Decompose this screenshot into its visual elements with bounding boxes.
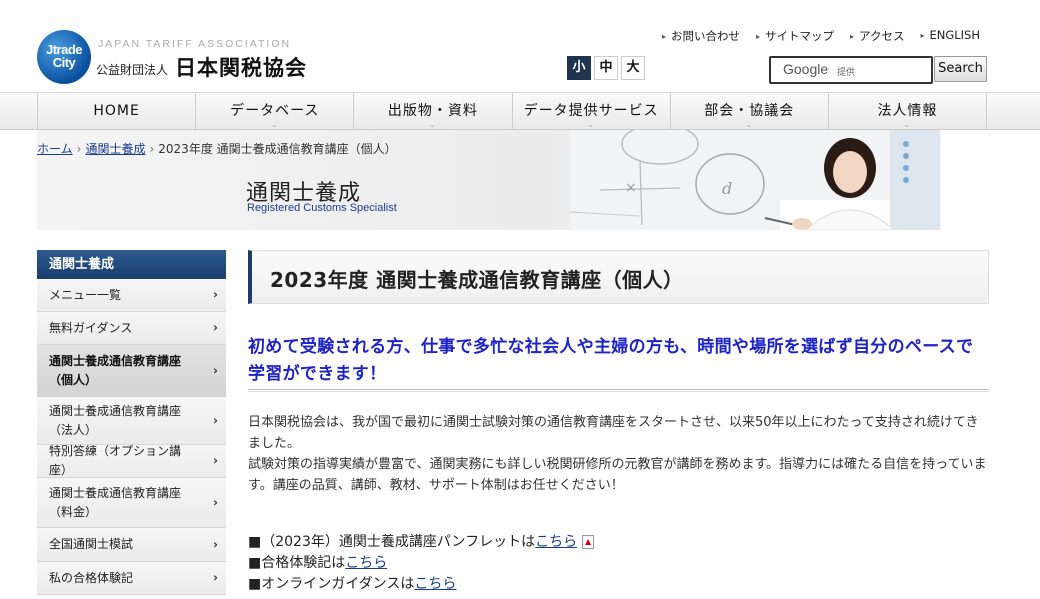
hero-subtitle: Registered Customs Specialist (247, 202, 397, 214)
nav-corporate-info-label: 法人情報 (877, 103, 938, 119)
utility-links: お問い合わせ サイトマップ アクセス ENGLISH (662, 28, 980, 44)
chevron-down-icon: ⌄ (904, 121, 911, 129)
online-guidance-link[interactable]: こちら (414, 576, 456, 592)
sidebar-item-free-guidance[interactable]: 無料ガイダンス › (37, 312, 226, 345)
sidebar-item-label: 私の合格体験記 (49, 570, 134, 585)
sidebar-item-label: 全国通関士模試 (49, 537, 134, 551)
list-item: ■合格体験記はこちら (248, 553, 594, 574)
breadcrumb: ホーム › 通関士養成 › 2023年度 通関士養成通信教育講座（個人） (37, 140, 397, 157)
sidebar-item-menu-list[interactable]: メニュー一覧 › (37, 279, 226, 312)
chevron-right-icon: › (213, 570, 218, 585)
pamphlet-link[interactable]: こちら (535, 534, 577, 550)
chevron-right-icon: › (213, 287, 218, 302)
list-item: ■オンラインガイダンスはこちら (248, 574, 594, 595)
contact-link[interactable]: お問い合わせ (662, 28, 740, 44)
success-stories-link[interactable]: こちら (345, 555, 387, 571)
search-button[interactable]: Search (934, 56, 987, 82)
sidebar-item-mock-exam[interactable]: 全国通関士模試 › (37, 528, 226, 562)
sidebar-item-label: 通関士養成通信教育講座（法人） (49, 403, 182, 437)
sidebar-item-label: メニュー一覧 (49, 287, 122, 302)
nav-data-services-label: データ提供サービス (523, 103, 659, 119)
list-item: ■（2023年）通関士養成講座パンフレットはこちら (248, 532, 595, 553)
sidebar-item-success-stories[interactable]: 私の合格体験記 › (37, 562, 226, 595)
intro-body: 日本関税協会は、我が国で最初に通関士試験対策の通信教育講座をスタートさせ、以来5… (248, 412, 988, 496)
sidebar-item-label: 無料ガイダンス (49, 320, 133, 335)
nav-data-services[interactable]: データ提供サービス ⌄ (511, 93, 670, 130)
search-input[interactable]: Google 提供 (769, 56, 933, 84)
sidebar-item-course-corporate[interactable]: 通関士養成通信教育講座（法人） › (37, 397, 226, 445)
page-title: 2023年度 通関士養成通信教育講座（個人） (270, 268, 684, 292)
sidebar-item-special-drill[interactable]: 特別答練（オプション講座） › (37, 444, 226, 478)
font-medium-button[interactable]: 中 (594, 56, 618, 80)
chevron-down-icon: ⌄ (271, 121, 279, 129)
main-nav: HOME データベース ⌄ 出版物・資料 ⌄ データ提供サービス ⌄ 部会・協議会 ⌄ … (0, 92, 1040, 130)
chevron-right-icon: › (213, 495, 218, 509)
logo-title[interactable]: 日本関税協会 (175, 52, 307, 82)
svg-text:×: × (625, 180, 637, 196)
chevron-down-icon: ⌄ (745, 121, 753, 129)
google-brand: Google (783, 61, 829, 77)
intro-paragraph-2: 試験対策の指導実績が豊富で、通関実務にも詳しい税関研修所の元教官が講師を務めます… (248, 457, 987, 493)
nav-database[interactable]: データベース ⌄ (195, 93, 353, 130)
breadcrumb-parent-link[interactable]: 通関士養成 (85, 142, 145, 156)
sidebar-item-course-individual[interactable]: 通関士養成通信教育講座（個人） › (37, 345, 226, 397)
font-large-button[interactable]: 大 (621, 56, 645, 80)
access-link[interactable]: アクセス (850, 28, 904, 44)
chevron-right-icon: › (213, 537, 218, 551)
nav-committees[interactable]: 部会・協議会 ⌄ (669, 93, 828, 130)
resource-links: ■（2023年）通関士養成講座パンフレットはこちら ■合格体験記はこちら ■オン… (248, 532, 595, 595)
font-size-switcher: 小 中 大 (567, 56, 645, 80)
intro-paragraph-1: 日本関税協会は、我が国で最初に通関士試験対策の通信教育講座をスタートさせ、以来5… (248, 415, 979, 451)
chevron-right-icon: › (213, 413, 218, 427)
sitemap-link[interactable]: サイトマップ (756, 28, 834, 44)
sidebar: 通関士養成 メニュー一覧 › 無料ガイダンス › 通関士養成通信教育講座（個人） › … (37, 250, 226, 595)
sidebar-item-course-fees[interactable]: 通関士養成通信教育講座（料金） › (37, 478, 226, 528)
page-title-box: 2023年度 通関士養成通信教育講座（個人） (248, 250, 989, 304)
breadcrumb-home-link[interactable]: ホーム (37, 142, 73, 156)
teacher-whiteboard-illustration: × d (570, 130, 940, 230)
sidebar-item-label: 通関士養成通信教育講座（個人） (49, 353, 182, 387)
jtrade-logo[interactable]: Jtrade City (37, 30, 91, 84)
sidebar-item-label: 通関士養成通信教育講座（料金） (49, 485, 182, 519)
nav-committees-label: 部会・協議会 (704, 103, 795, 119)
link-prefix: ■合格体験記は (248, 555, 346, 571)
sidebar-heading: 通関士養成 (37, 250, 226, 279)
svg-text:d: d (722, 179, 732, 198)
breadcrumb-separator: › (149, 142, 155, 156)
breadcrumb-current: 2023年度 通関士養成通信教育講座（個人） (158, 142, 397, 156)
sidebar-item-label: 特別答練（オプション講座） (49, 444, 182, 477)
chevron-right-icon: › (213, 453, 218, 468)
logo-subtitle: 公益財団法人 (96, 63, 169, 77)
logo-english: JAPAN TARIFF ASSOCIATION (98, 38, 292, 50)
nav-home[interactable]: HOME (37, 93, 195, 130)
nav-home-label: HOME (93, 103, 140, 119)
google-provided-label: 提供 (837, 68, 856, 78)
chevron-down-icon: ⌄ (429, 121, 437, 129)
site-header: Jtrade City JAPAN TARIFF ASSOCIATION 公益財… (0, 0, 1040, 92)
font-small-button[interactable]: 小 (567, 56, 591, 80)
chevron-right-icon: › (213, 320, 218, 335)
breadcrumb-separator: › (76, 142, 82, 156)
nav-database-label: データベース (230, 103, 320, 119)
link-prefix: ■オンラインガイダンスは (248, 576, 415, 592)
english-link[interactable]: ENGLISH (920, 28, 980, 44)
chevron-right-icon: › (213, 363, 218, 377)
pdf-icon (582, 535, 595, 549)
lead-text: 初めて受験される方、仕事で多忙な社会人や主婦の方も、時間や場所を選ばず自分のペー… (248, 337, 974, 384)
nav-publications[interactable]: 出版物・資料 ⌄ (353, 93, 511, 130)
nav-publications-label: 出版物・資料 (387, 103, 478, 119)
divider (248, 389, 989, 392)
nav-corporate-info[interactable]: 法人情報 ⌄ (827, 93, 988, 130)
chevron-down-icon: ⌄ (587, 121, 595, 129)
link-prefix: ■（2023年）通関士養成講座パンフレットは (248, 534, 536, 550)
